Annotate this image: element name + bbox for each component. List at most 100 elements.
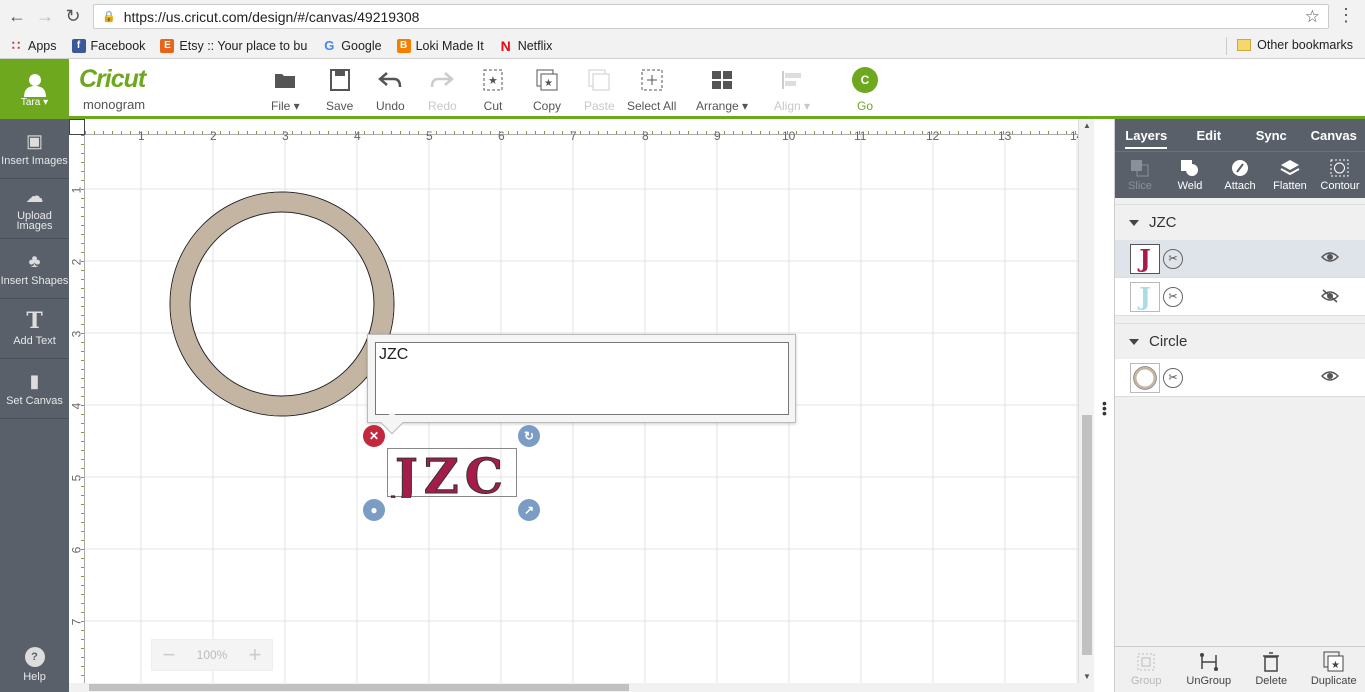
undo-button[interactable]: Undo <box>376 67 405 113</box>
add-text-button[interactable]: T Add Text <box>0 299 69 359</box>
selected-text-object[interactable]: JZC <box>388 449 518 506</box>
file-menu-button[interactable]: File ▾ <box>271 67 300 113</box>
other-bookmarks[interactable]: Other bookmarks <box>1237 38 1353 52</box>
bookmark-netflix[interactable]: N Netflix <box>499 38 553 54</box>
ruler-tick <box>81 675 84 676</box>
scroll-down-icon[interactable]: ▼ <box>1083 672 1091 681</box>
ruler-tick <box>373 131 374 134</box>
horizontal-scroll-thumb[interactable] <box>89 684 629 691</box>
vertical-scroll-thumb[interactable] <box>1082 415 1092 655</box>
layer-row[interactable]: ✂ <box>1115 359 1365 397</box>
tab-canvas[interactable]: Canvas <box>1303 119 1365 151</box>
flatten-button[interactable]: Flatten <box>1265 152 1315 198</box>
bookmark-etsy[interactable]: E Etsy :: Your place to bu <box>160 38 307 53</box>
cut-operation-icon[interactable]: ✂ <box>1163 248 1183 269</box>
duplicate-button[interactable]: ★ Duplicate <box>1303 647 1365 692</box>
redo-button[interactable]: Redo <box>428 67 457 113</box>
ruler-tick <box>580 131 581 134</box>
layer-group-circle[interactable]: Circle <box>1115 323 1365 359</box>
bookmark-google[interactable]: G Google <box>322 38 382 53</box>
trash-icon <box>1262 652 1280 672</box>
set-canvas-button[interactable]: ▮ Set Canvas <box>0 359 69 419</box>
ruler-tick <box>778 131 779 134</box>
collapse-triangle-icon[interactable] <box>1129 338 1139 345</box>
bookmark-facebook[interactable]: f Facebook <box>71 38 145 53</box>
delete-handle-icon[interactable]: ✕ <box>363 425 385 447</box>
horizontal-scrollbar[interactable] <box>69 683 1094 692</box>
address-bar[interactable]: 🔒 https://us.cricut.com/design/#/canvas/… <box>93 4 1329 29</box>
save-button[interactable]: Save <box>326 67 353 113</box>
help-button[interactable]: ? Help <box>0 637 69 692</box>
browser-menu-icon[interactable]: ⋮ <box>1337 5 1355 26</box>
reload-icon[interactable]: ↻ <box>59 3 87 31</box>
tab-layers[interactable]: Layers <box>1115 119 1178 151</box>
go-button[interactable]: C Go <box>852 67 878 113</box>
select-all-button[interactable]: Select All <box>627 67 676 113</box>
nav-label: Insert Images <box>1 154 68 167</box>
tab-sync[interactable]: Sync <box>1240 119 1303 151</box>
zoom-out-button[interactable]: − <box>158 642 180 667</box>
ruler-tick <box>81 369 84 370</box>
weld-button[interactable]: Weld <box>1165 152 1215 198</box>
cut-operation-icon[interactable]: ✂ <box>1163 367 1183 388</box>
cut-operation-icon[interactable]: ✂ <box>1163 286 1183 307</box>
ruler-tick <box>976 131 977 134</box>
upload-images-button[interactable]: ☁ Upload Images <box>0 179 69 239</box>
ruler-tick <box>175 131 176 134</box>
drag-handle-icon: • • • <box>1102 395 1107 421</box>
layer-group-jzc[interactable]: JZC <box>1115 204 1365 240</box>
bookmark-apps[interactable]: ∷ Apps <box>9 38 57 53</box>
ruler-tick <box>598 131 599 134</box>
scroll-up-icon[interactable]: ▲ <box>1083 121 1091 130</box>
weld-icon <box>1180 159 1200 177</box>
browser-toolbar: ← → ↻ 🔒 https://us.cricut.com/design/#/c… <box>0 0 1365 33</box>
resize-handle-icon[interactable]: ↗ <box>518 499 540 521</box>
bookmark-label: Google <box>341 38 382 53</box>
forward-icon[interactable]: → <box>31 3 59 31</box>
ruler-tick <box>553 131 554 134</box>
svg-text:★: ★ <box>544 78 553 89</box>
slice-button[interactable]: Slice <box>1115 152 1165 198</box>
folder-icon <box>1237 39 1252 51</box>
bookmark-loki[interactable]: B Loki Made It <box>396 38 484 53</box>
panel-splitter[interactable]: • • • <box>1094 119 1115 692</box>
back-icon[interactable]: ← <box>3 3 31 31</box>
ruler-tick <box>841 131 842 134</box>
attach-button[interactable]: Attach <box>1215 152 1265 198</box>
copy-button[interactable]: ★ Copy <box>533 67 561 113</box>
layer-row[interactable]: J ✂ <box>1115 240 1365 278</box>
align-menu-button[interactable]: Align ▾ <box>774 67 810 113</box>
layer-row[interactable]: J ✂ <box>1115 278 1365 316</box>
contour-button[interactable]: Contour <box>1315 152 1365 198</box>
cut-button[interactable]: ★ Cut <box>483 67 503 113</box>
ruler-tick-label: 3 <box>69 330 84 338</box>
collapse-triangle-icon[interactable] <box>1129 219 1139 226</box>
paste-button[interactable]: Paste <box>584 67 615 113</box>
hidden-eye-icon[interactable] <box>1320 289 1340 306</box>
text-edit-field[interactable]: JZC <box>375 342 789 415</box>
lock-handle-icon[interactable]: ● <box>363 499 385 521</box>
vertical-scrollbar[interactable]: ▲ ▼ <box>1078 119 1094 683</box>
delete-button[interactable]: Delete <box>1240 647 1303 692</box>
ruler-tick <box>81 387 84 388</box>
arrange-menu-button[interactable]: Arrange ▾ <box>696 67 748 113</box>
ungroup-button[interactable]: UnGroup <box>1178 647 1241 692</box>
tool-label: Contour <box>1320 179 1360 192</box>
insert-images-button[interactable]: ▣ Insert Images <box>0 119 69 179</box>
ruler-tick <box>418 131 419 134</box>
ruler-tick <box>940 131 941 134</box>
ruler-tick <box>328 131 329 134</box>
insert-shapes-button[interactable]: ♣ Insert Shapes <box>0 239 69 299</box>
selection-bounding-box[interactable]: JZC <box>387 448 518 506</box>
shirt-icon: ▮ <box>29 370 40 391</box>
visible-eye-icon[interactable] <box>1320 370 1340 385</box>
visible-eye-icon[interactable] <box>1320 251 1340 266</box>
user-menu[interactable]: Tara ▾ <box>0 59 69 119</box>
group-button[interactable]: Group <box>1115 647 1178 692</box>
ruler-tick <box>81 576 84 577</box>
tab-edit[interactable]: Edit <box>1178 119 1241 151</box>
rotate-handle-icon[interactable]: ↻ <box>518 425 540 447</box>
bookmark-star-icon[interactable]: ☆ <box>1305 7 1320 27</box>
bookmarks-bar: ∷ Apps f Facebook E Etsy :: Your place t… <box>0 33 1365 59</box>
zoom-in-button[interactable]: + <box>244 642 266 667</box>
